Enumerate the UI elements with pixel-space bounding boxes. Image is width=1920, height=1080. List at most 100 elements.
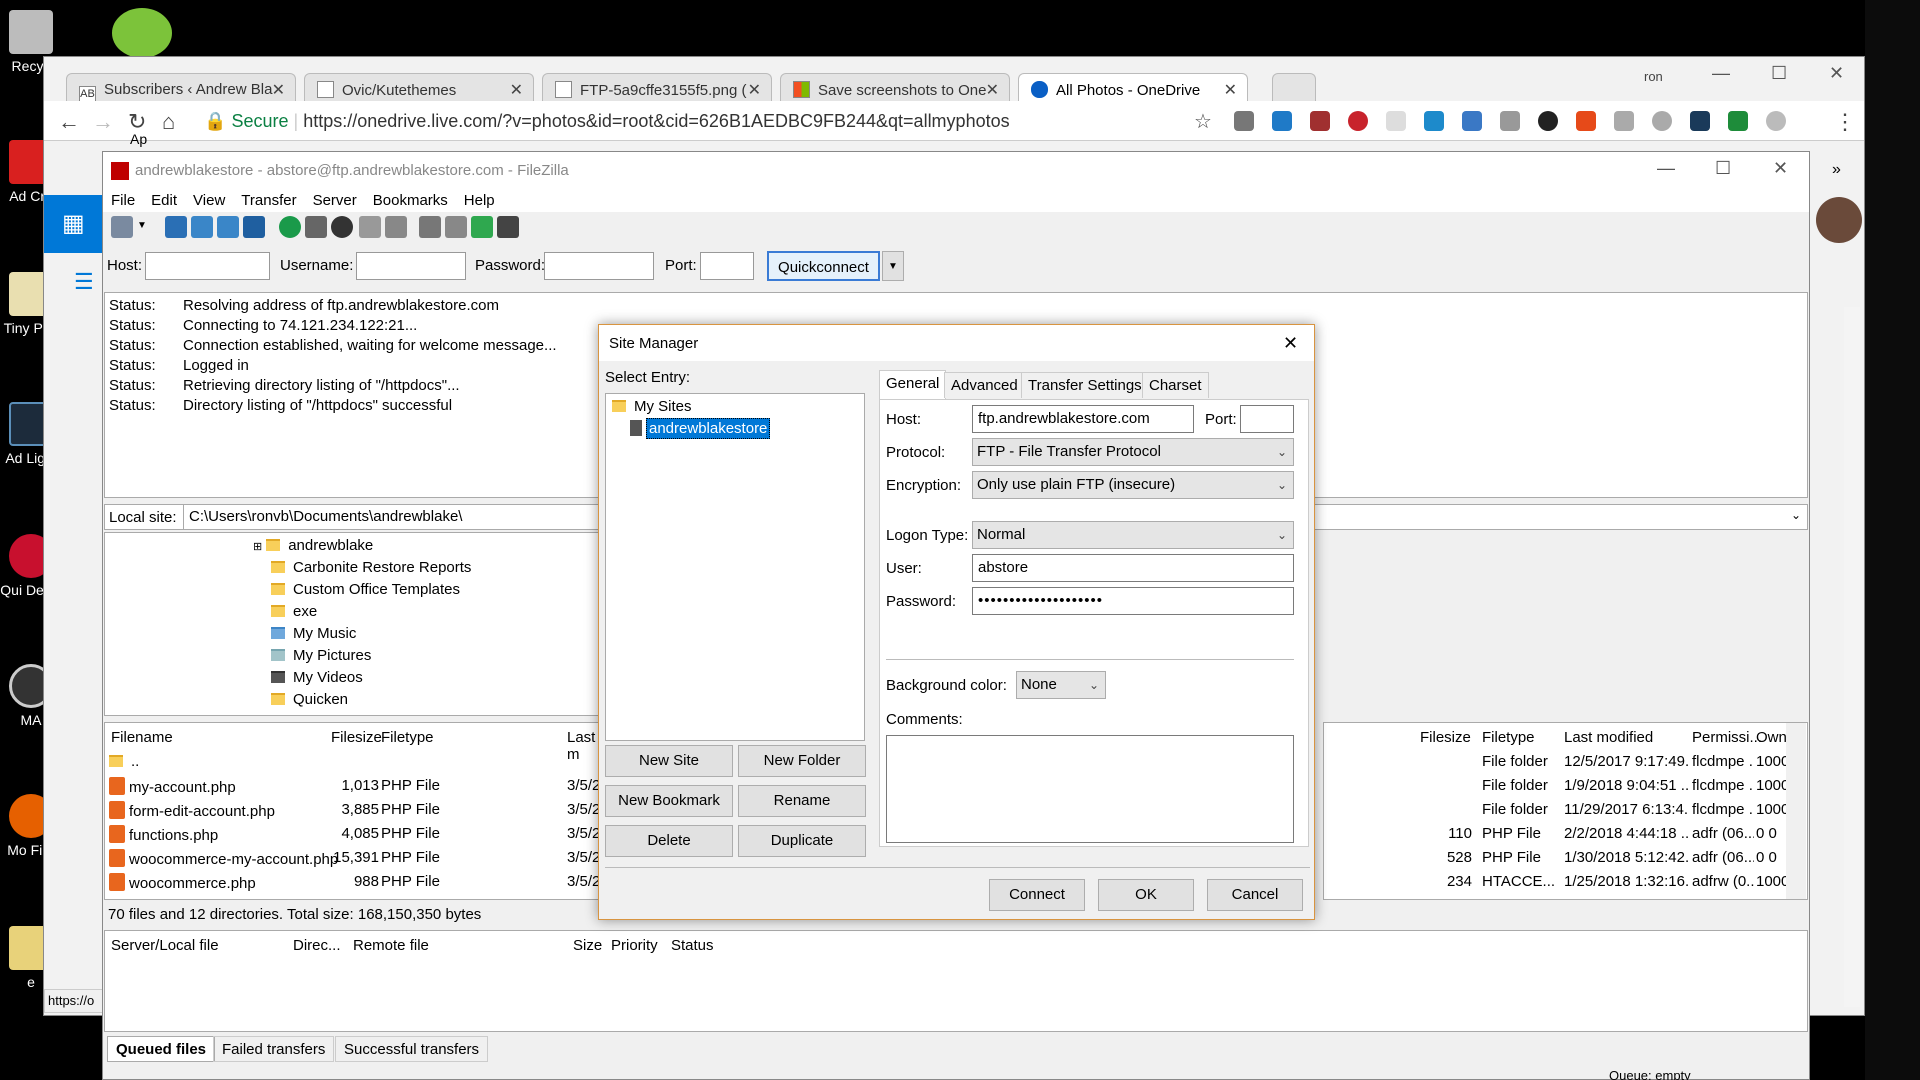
forward-icon[interactable]: →: [92, 109, 114, 135]
close-icon[interactable]: ✕: [272, 80, 285, 100]
delete-button[interactable]: Delete: [605, 825, 733, 857]
avatar[interactable]: [1816, 197, 1862, 243]
minimize-icon[interactable]: —: [1712, 63, 1730, 84]
toggle-queue-icon[interactable]: [243, 216, 265, 238]
bookmarks-more[interactable]: »: [1832, 161, 1841, 179]
cancel-button[interactable]: Cancel: [1207, 879, 1303, 911]
new-folder-button[interactable]: New Folder: [738, 745, 866, 777]
tab-charset[interactable]: Charset: [1142, 372, 1209, 398]
extension-icon[interactable]: [1462, 111, 1482, 131]
column-size[interactable]: Size: [573, 937, 602, 954]
process-queue-icon[interactable]: [305, 216, 327, 238]
extension-icon[interactable]: [1310, 111, 1330, 131]
toggle-log-icon[interactable]: [165, 216, 187, 238]
profile-name[interactable]: ron: [1644, 69, 1663, 84]
column-filename[interactable]: Filename: [111, 729, 173, 746]
host-input[interactable]: ftp.andrewblakestore.com: [972, 405, 1194, 433]
toggle-remote-tree-icon[interactable]: [217, 216, 239, 238]
tree-item[interactable]: exe: [271, 603, 317, 620]
beta-extension-icon[interactable]: [1424, 111, 1444, 131]
tab-advanced[interactable]: Advanced: [944, 372, 1025, 398]
encryption-select[interactable]: Only use plain FTP (insecure) ⌄: [972, 471, 1294, 499]
pinterest-icon[interactable]: [1348, 111, 1368, 131]
tree-item[interactable]: My Pictures: [271, 647, 371, 664]
menu-view[interactable]: View: [185, 188, 233, 209]
background-color-select[interactable]: None ⌄: [1016, 671, 1106, 699]
logon-type-select[interactable]: Normal ⌄: [972, 521, 1294, 549]
close-icon[interactable]: ✕: [1224, 80, 1237, 100]
green-orb-icon[interactable]: [112, 8, 172, 58]
duplicate-button[interactable]: Duplicate: [738, 825, 866, 857]
disconnect-icon[interactable]: [359, 216, 381, 238]
column-server-local-file[interactable]: Server/Local file: [111, 937, 219, 954]
password-input[interactable]: ••••••••••••••••••••: [972, 587, 1294, 615]
k-icon[interactable]: [1538, 111, 1558, 131]
filter-icon[interactable]: [419, 216, 441, 238]
tree-item-site[interactable]: andrewblakestore: [630, 418, 771, 439]
column-filesize[interactable]: Filesize: [331, 729, 382, 746]
extension-icon[interactable]: [1766, 111, 1786, 131]
host-input[interactable]: [145, 252, 270, 280]
quickconnect-dropdown[interactable]: ▼: [882, 251, 904, 281]
table-row[interactable]: ..: [109, 753, 139, 770]
tree-item[interactable]: Quicken: [271, 691, 348, 708]
star-icon[interactable]: ☆: [1194, 109, 1212, 134]
column-remote-file[interactable]: Remote file: [353, 937, 429, 954]
menu-edit[interactable]: Edit: [143, 188, 185, 209]
close-window-icon[interactable]: ✕: [1773, 158, 1788, 179]
tab-general[interactable]: General: [879, 370, 947, 400]
tree-item[interactable]: Carbonite Restore Reports: [271, 559, 471, 576]
comments-textarea[interactable]: [886, 735, 1294, 843]
close-icon[interactable]: ✕: [1283, 333, 1298, 354]
menu-server[interactable]: Server: [305, 188, 365, 209]
extension-icon[interactable]: [1728, 111, 1748, 131]
menu-dots-icon[interactable]: ⋮: [1834, 109, 1856, 135]
column-last-modified[interactable]: Last modified: [1564, 729, 1653, 746]
close-icon[interactable]: ✕: [986, 80, 999, 100]
chevron-down-icon[interactable]: ▼: [137, 220, 147, 231]
tree-item[interactable]: My Videos: [271, 669, 363, 686]
reconnect-icon[interactable]: [385, 216, 407, 238]
compare-icon[interactable]: [445, 216, 467, 238]
extension-icon[interactable]: [1386, 111, 1406, 131]
table-row[interactable]: woocommerce.php 988 PHP File 3/5/2: [109, 873, 609, 892]
table-row[interactable]: my-account.php 1,013 PHP File 3/5/2: [109, 777, 609, 796]
pdf-icon[interactable]: [1614, 111, 1634, 131]
new-site-button[interactable]: New Site: [605, 745, 733, 777]
tree-item-my-sites[interactable]: My Sites: [612, 398, 692, 415]
menu-transfer[interactable]: Transfer: [233, 188, 304, 209]
omnibox[interactable]: 🔒 Secure | https://onedrive.live.com/?v=…: [192, 106, 1232, 136]
connect-button[interactable]: Connect: [989, 879, 1085, 911]
hamburger-icon[interactable]: ☰: [74, 269, 94, 295]
username-input[interactable]: [356, 252, 466, 280]
extension-icon[interactable]: [1690, 111, 1710, 131]
column-filesize[interactable]: Filesize: [1420, 729, 1471, 746]
eyedropper-icon[interactable]: [1234, 111, 1254, 131]
rename-button[interactable]: Rename: [738, 785, 866, 817]
tab-queued-files[interactable]: Queued files: [107, 1036, 216, 1062]
home-icon[interactable]: ⌂: [162, 109, 175, 135]
skype-icon[interactable]: [1652, 111, 1672, 131]
port-input[interactable]: [700, 252, 754, 280]
tree-item[interactable]: ⊞ andrewblake: [253, 537, 373, 554]
sync-browse-icon[interactable]: [471, 216, 493, 238]
tab-transfer-settings[interactable]: Transfer Settings: [1021, 372, 1149, 398]
menu-bookmarks[interactable]: Bookmarks: [365, 188, 456, 209]
tab-successful-transfers[interactable]: Successful transfers: [335, 1036, 489, 1062]
maximize-icon[interactable]: ☐: [1771, 63, 1787, 84]
minimize-icon[interactable]: —: [1657, 158, 1675, 179]
site-manager-icon[interactable]: [111, 216, 133, 238]
close-icon[interactable]: ✕: [510, 80, 523, 100]
menu-file[interactable]: File: [103, 188, 143, 209]
bookmarks-apps[interactable]: Ap: [130, 131, 147, 147]
column-status[interactable]: Status: [671, 937, 714, 954]
binoculars-icon[interactable]: [497, 216, 519, 238]
table-row[interactable]: form-edit-account.php 3,885 PHP File 3/5/2: [109, 801, 609, 820]
refresh-icon[interactable]: [279, 216, 301, 238]
protocol-select[interactable]: FTP - File Transfer Protocol ⌄: [972, 438, 1294, 466]
maximize-icon[interactable]: ☐: [1715, 158, 1731, 179]
column-direction[interactable]: Direc...: [293, 937, 341, 954]
tab-failed-transfers[interactable]: Failed transfers: [213, 1036, 335, 1062]
chevron-down-icon[interactable]: ⌄: [1791, 508, 1801, 522]
close-window-icon[interactable]: ✕: [1829, 63, 1844, 84]
